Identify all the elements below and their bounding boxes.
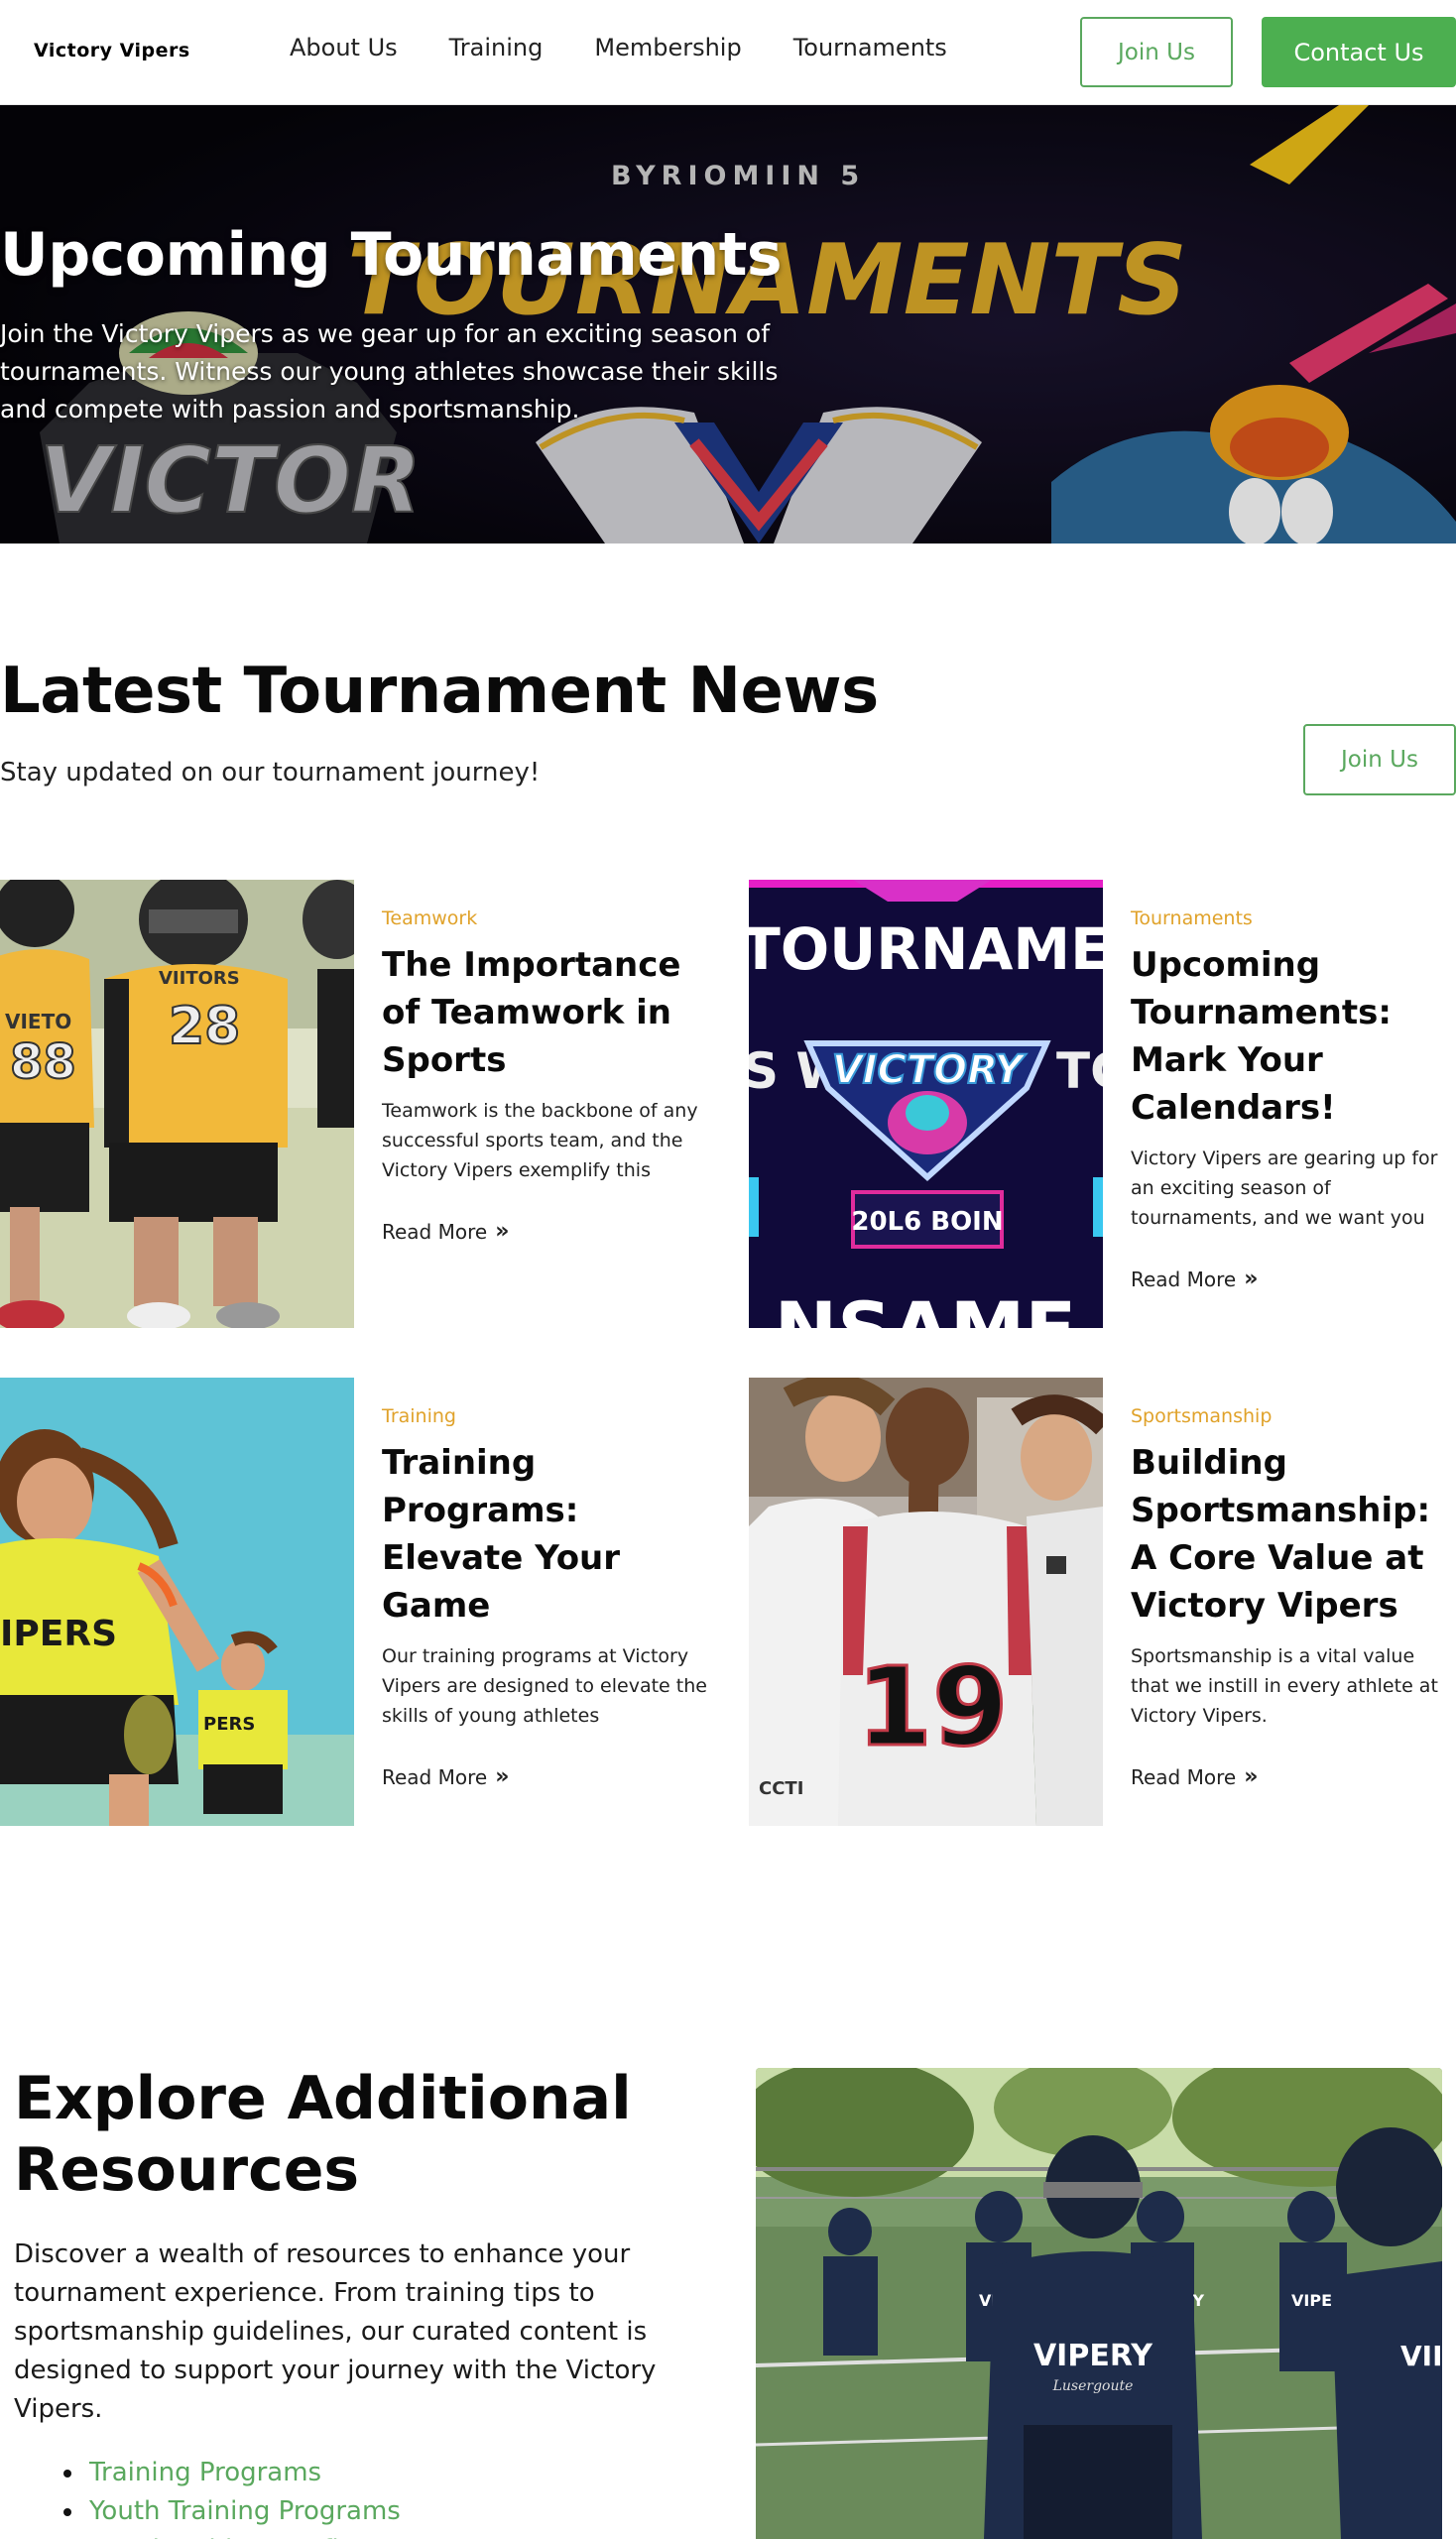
- hero-banner: BYRIOMIIN 5 TOURNAMENTS VICTOR Upcoming …: [0, 105, 1456, 544]
- nav-links: About Us Training Membership Tournaments: [290, 34, 947, 61]
- svg-text:PERS: PERS: [203, 1714, 255, 1735]
- card-category[interactable]: Tournaments: [1131, 907, 1456, 929]
- football-team-practice-image: VIPER VIPERY VIPER VIPERY Lusergoute VII: [756, 2068, 1442, 2539]
- card-title[interactable]: Upcoming Tournaments: Mark Your Calendar…: [1131, 941, 1456, 1132]
- football-players-image: VIETO 88 VIITORS 28: [0, 880, 354, 1328]
- card-training: Training Training Programs: Elevate Your…: [382, 1405, 709, 1789]
- read-more-label: Read More: [1131, 1267, 1237, 1291]
- svg-text:Lusergoute: Lusergoute: [1052, 2378, 1134, 2394]
- read-more-link[interactable]: Read More »: [382, 1219, 709, 1244]
- svg-text:VICTORY: VICTORY: [832, 1047, 1028, 1093]
- nav-link-tournaments[interactable]: Tournaments: [793, 34, 947, 61]
- running-athletes-image: IPERS PERS: [0, 1378, 354, 1826]
- svg-text:28: 28: [169, 997, 240, 1056]
- card-excerpt: Teamwork is the backbone of any successf…: [382, 1100, 698, 1181]
- read-more-label: Read More: [382, 1764, 488, 1789]
- card-title[interactable]: Building Sportsmanship: A Core Value at …: [1131, 1439, 1456, 1630]
- card-sportsmanship-image[interactable]: CCTI 19: [749, 1378, 1103, 1826]
- svg-text:19: 19: [856, 1643, 1008, 1770]
- card-excerpt: Sportsmanship is a vital value that we i…: [1131, 1645, 1438, 1727]
- card-category[interactable]: Teamwork: [382, 907, 709, 929]
- resources-title: Explore Additional Resources: [14, 2064, 632, 2205]
- hero-title: Upcoming Tournaments: [0, 220, 783, 290]
- tournament-poster-image: TOURNAME S W TC 1I VICTORY 20L6 BOIN NSA…: [749, 880, 1103, 1328]
- card-tournaments: Tournaments Upcoming Tournaments: Mark Y…: [1131, 907, 1456, 1291]
- news-section-subtitle: Stay updated on our tournament journey!: [0, 758, 541, 787]
- read-more-link[interactable]: Read More »: [382, 1764, 709, 1789]
- resource-link-training-programs[interactable]: Training Programs: [63, 2454, 401, 2492]
- svg-text:VIPERY: VIPERY: [1033, 2339, 1153, 2373]
- card-excerpt: Our training programs at Victory Vipers …: [382, 1645, 707, 1727]
- site-logo[interactable]: Victory Vipers: [34, 40, 190, 61]
- card-category[interactable]: Sportsmanship: [1131, 1405, 1456, 1427]
- resources-link-list: Training Programs Youth Training Program…: [63, 2454, 401, 2539]
- nav-join-us-button[interactable]: Join Us: [1080, 17, 1233, 87]
- read-more-label: Read More: [1131, 1764, 1237, 1789]
- card-teamwork: Teamwork The Importance of Teamwork in S…: [382, 907, 709, 1244]
- double-chevron-right-icon: »: [1244, 1267, 1259, 1291]
- nav-contact-us-button[interactable]: Contact Us: [1262, 17, 1456, 87]
- double-chevron-right-icon: »: [1244, 1764, 1259, 1789]
- read-more-link[interactable]: Read More »: [1131, 1267, 1456, 1291]
- card-sportsmanship: Sportsmanship Building Sportsmanship: A …: [1131, 1405, 1456, 1789]
- card-title[interactable]: The Importance of Teamwork in Sports: [382, 941, 709, 1084]
- card-teamwork-image[interactable]: VIETO 88 VIITORS 28: [0, 880, 354, 1328]
- svg-text:TOURNAME: TOURNAME: [749, 915, 1103, 983]
- resources-team-image: VIPER VIPERY VIPER VIPERY Lusergoute VII: [756, 2068, 1442, 2539]
- svg-text:TC 1I: TC 1I: [1056, 1042, 1103, 1100]
- lacrosse-team-huddle-image: CCTI 19: [749, 1378, 1103, 1826]
- top-navigation: Victory Vipers About Us Training Members…: [0, 0, 1456, 105]
- card-training-image[interactable]: IPERS PERS: [0, 1378, 354, 1826]
- read-more-label: Read More: [382, 1219, 488, 1244]
- svg-text:NSAME: NSAME: [775, 1285, 1077, 1328]
- double-chevron-right-icon: »: [495, 1764, 510, 1789]
- resource-link-membership-benefits[interactable]: Membership Benefits: [89, 2531, 401, 2539]
- double-chevron-right-icon: »: [495, 1219, 510, 1244]
- resource-link-youth-training-programs[interactable]: Youth Training Programs: [63, 2492, 401, 2531]
- svg-text:VIETO: VIETO: [5, 1010, 71, 1033]
- nav-link-membership[interactable]: Membership: [594, 34, 741, 61]
- card-title[interactable]: Training Programs: Elevate Your Game: [382, 1439, 709, 1630]
- card-tournaments-image[interactable]: TOURNAME S W TC 1I VICTORY 20L6 BOIN NSA…: [749, 880, 1103, 1328]
- svg-text:IPERS: IPERS: [0, 1614, 117, 1654]
- svg-text:CCTI: CCTI: [759, 1778, 803, 1799]
- news-section-title: Latest Tournament News: [0, 655, 879, 728]
- card-category[interactable]: Training: [382, 1405, 709, 1427]
- news-join-us-button[interactable]: Join Us: [1303, 724, 1456, 795]
- svg-text:VIITORS: VIITORS: [159, 968, 240, 989]
- svg-text:88: 88: [10, 1034, 76, 1090]
- card-excerpt: Victory Vipers are gearing up for an exc…: [1131, 1148, 1438, 1229]
- nav-link-about-us[interactable]: About Us: [290, 34, 398, 61]
- svg-text:20L6 BOIN: 20L6 BOIN: [851, 1207, 1003, 1237]
- svg-text:VII: VII: [1400, 2340, 1442, 2372]
- resources-description: Discover a wealth of resources to enhanc…: [14, 2239, 657, 2424]
- nav-link-training[interactable]: Training: [449, 34, 544, 61]
- read-more-link[interactable]: Read More »: [1131, 1764, 1456, 1789]
- hero-subtitle: Join the Victory Vipers as we gear up fo…: [0, 319, 779, 423]
